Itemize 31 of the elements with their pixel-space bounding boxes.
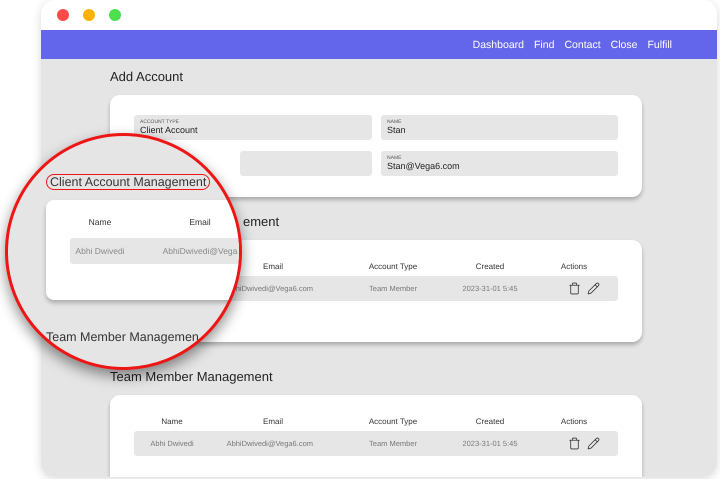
- edit-icon[interactable]: [587, 437, 600, 450]
- column-header: Created: [476, 416, 504, 426]
- section-title: Team Member Managemen: [46, 330, 199, 344]
- nav-link[interactable]: Fulfill: [647, 38, 672, 50]
- column-header: Name: [88, 217, 112, 227]
- input-field[interactable]: [240, 151, 372, 176]
- column-header: Actions: [560, 416, 588, 426]
- column-header: Account Type: [368, 262, 418, 270]
- nav-link[interactable]: Find: [534, 38, 554, 50]
- column-header: Email: [262, 262, 283, 270]
- nav-link[interactable]: Dashboard: [472, 38, 524, 50]
- close-dot-icon[interactable]: [57, 9, 69, 21]
- delete-icon[interactable]: [568, 282, 581, 295]
- column-header: Email: [262, 416, 283, 426]
- highlighted-heading: Client Account Management: [46, 174, 210, 190]
- column-header: Account Type: [368, 416, 418, 426]
- minimize-dot-icon[interactable]: [83, 9, 95, 21]
- nav-link[interactable]: Contact: [564, 38, 601, 50]
- table-cell-text: Abhi Dwivedi: [74, 246, 126, 256]
- column-header: Actions: [560, 262, 588, 270]
- edit-icon[interactable]: [587, 282, 600, 295]
- maximize-dot-icon[interactable]: [109, 9, 121, 21]
- column-header: Email: [188, 217, 212, 227]
- section-title: Team Member Management: [110, 369, 273, 385]
- column-header: Name: [161, 416, 183, 426]
- section-title: ement: [243, 214, 280, 230]
- nav-link[interactable]: Close: [610, 38, 638, 50]
- column-header: Created: [476, 262, 504, 270]
- table-cell-text: AbhiDwivedi@Vega: [162, 246, 238, 256]
- delete-icon[interactable]: [568, 437, 581, 450]
- section-title: Add Account: [110, 69, 183, 85]
